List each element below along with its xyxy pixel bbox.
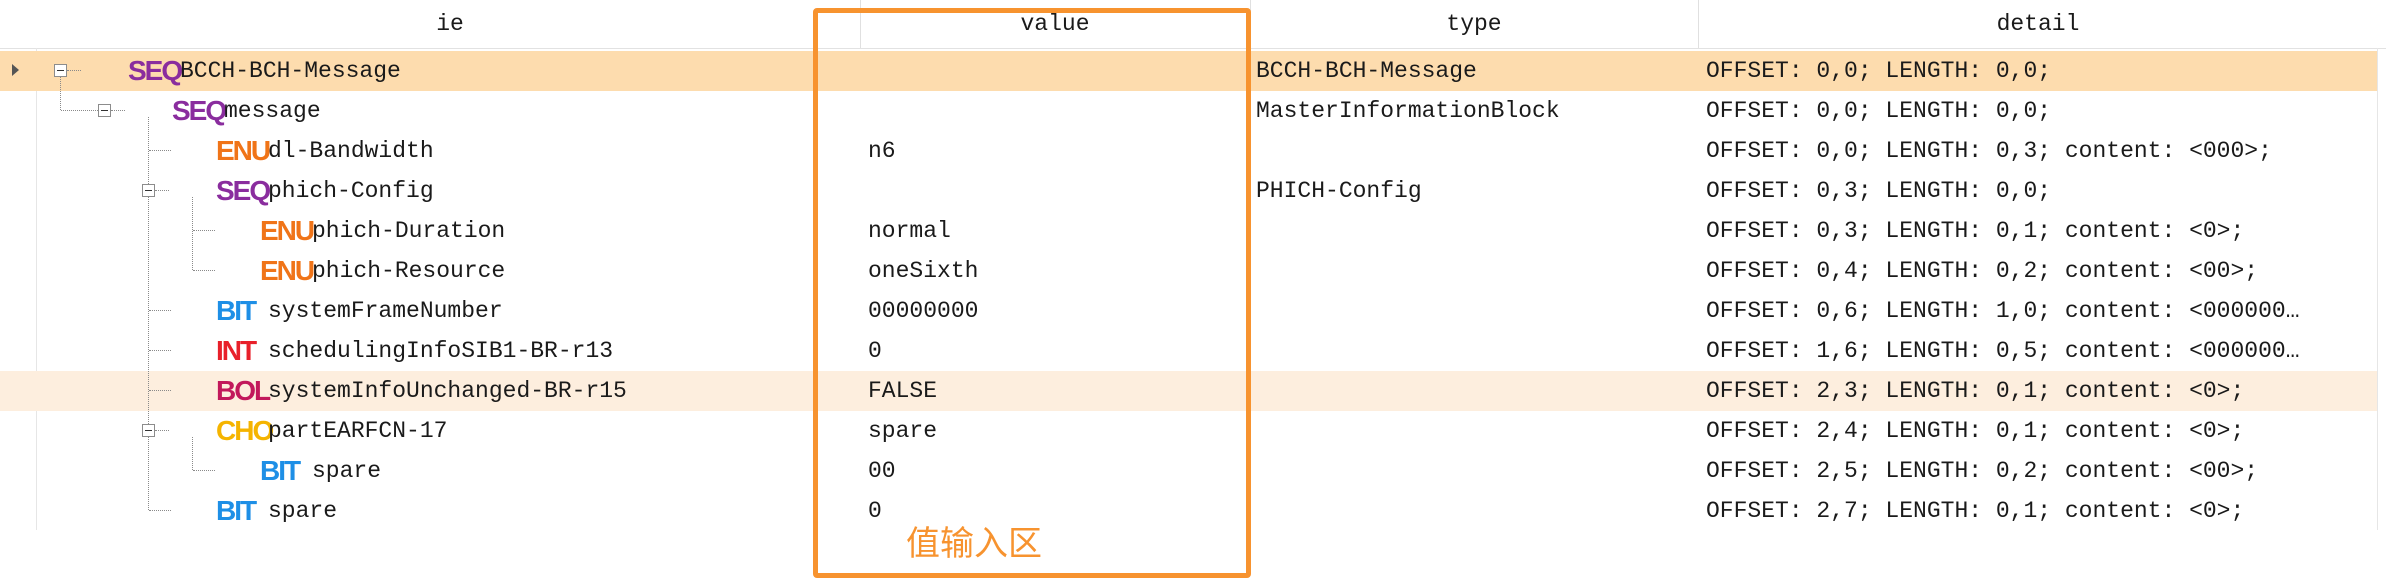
expand-arrow-icon[interactable] [12, 64, 19, 76]
tree-line [111, 110, 125, 111]
column-header-type[interactable]: type [1250, 0, 1698, 48]
ie-name[interactable]: message [224, 91, 860, 131]
ie-detail-cell: OFFSET: 2,3; LENGTH: 0,1; content: <0>; [1706, 378, 2245, 404]
type-badge-enu-icon: ENU [216, 135, 271, 166]
type-badge-seq-icon: SEQ [128, 55, 183, 86]
ie-detail-cell: OFFSET: 2,5; LENGTH: 0,2; content: <00>; [1706, 458, 2259, 484]
value-area-highlight-box [813, 8, 1251, 578]
ie-detail-cell: OFFSET: 0,4; LENGTH: 0,2; content: <00>; [1706, 258, 2259, 284]
ie-type-cell: MasterInformationBlock [1256, 98, 1560, 124]
ie-type-cell [1256, 291, 1686, 331]
ie-name[interactable]: phich-Config [268, 171, 860, 211]
type-badge-bit-icon: BIT [216, 295, 257, 326]
type-badge-enu-icon: ENU [260, 215, 315, 246]
tree-line [149, 390, 171, 391]
ie-detail-cell: OFFSET: 0,0; LENGTH: 0,3; content: <000>… [1706, 138, 2272, 164]
ie-type-cell [1256, 251, 1686, 291]
tree-line [192, 437, 193, 470]
ie-name[interactable]: phich-Resource [312, 251, 860, 291]
ie-name[interactable]: systemFrameNumber [268, 291, 860, 331]
tree-line [192, 197, 193, 270]
tree-line [148, 117, 149, 510]
tree-line [193, 230, 215, 231]
ie-type-cell [1256, 331, 1686, 371]
type-badge-bol-icon: BOL [216, 375, 271, 406]
ie-type-cell: BCCH-BCH-Message [1256, 58, 1477, 84]
ie-name[interactable]: dl-Bandwidth [268, 131, 860, 171]
ie-type-cell [1256, 371, 1686, 411]
ie-detail-cell: OFFSET: 0,0; LENGTH: 0,0; [1706, 98, 2052, 124]
collapse-toggle-icon[interactable] [142, 424, 155, 437]
tree-line [149, 150, 171, 151]
ie-detail-cell: OFFSET: 0,6; LENGTH: 1,0; content: <0000… [1706, 298, 2300, 324]
ie-type-cell [1256, 131, 1686, 171]
type-badge-enu-icon: ENU [260, 255, 315, 286]
ie-name[interactable]: spare [312, 451, 860, 491]
tree-line [60, 77, 61, 110]
ie-type-cell [1256, 451, 1686, 491]
ie-detail-cell: OFFSET: 0,3; LENGTH: 0,1; content: <0>; [1706, 218, 2245, 244]
ie-name[interactable]: partEARFCN-17 [268, 411, 860, 451]
ie-detail-cell: OFFSET: 0,0; LENGTH: 0,0; [1706, 58, 2052, 84]
tree-line [67, 70, 81, 71]
tree-line [149, 310, 171, 311]
collapse-toggle-icon[interactable] [98, 104, 111, 117]
ie-name[interactable]: BCCH-BCH-Message [180, 51, 860, 91]
tree-line [155, 190, 169, 191]
type-badge-bit-icon: BIT [216, 495, 257, 526]
ie-type-cell: PHICH-Config [1256, 178, 1422, 204]
type-badge-cho-icon: CHO [216, 415, 274, 446]
tree-line [149, 350, 171, 351]
ie-type-cell [1256, 491, 1686, 531]
tree-line [155, 430, 169, 431]
type-badge-int-icon: INT [216, 335, 257, 366]
value-area-label: 值输入区 [906, 524, 1042, 564]
ie-detail-cell: OFFSET: 2,7; LENGTH: 0,1; content: <0>; [1706, 498, 2245, 524]
ie-type-cell [1256, 211, 1686, 251]
column-header-detail[interactable]: detail [1698, 0, 2378, 48]
ie-detail-cell: OFFSET: 0,3; LENGTH: 0,0; [1706, 178, 2052, 204]
collapse-toggle-icon[interactable] [54, 64, 67, 77]
ie-name[interactable]: schedulingInfoSIB1-BR-r13 [268, 331, 860, 371]
collapse-toggle-icon[interactable] [142, 184, 155, 197]
type-badge-bit-icon: BIT [260, 455, 301, 486]
tree-line [149, 510, 171, 511]
tree-line [193, 470, 215, 471]
type-badge-seq-icon: SEQ [216, 175, 271, 206]
tree-line [193, 270, 215, 271]
ie-detail-cell: OFFSET: 2,4; LENGTH: 0,1; content: <0>; [1706, 418, 2245, 444]
tree-line [61, 110, 98, 111]
grid-line [2377, 48, 2378, 530]
ie-name[interactable]: phich-Duration [312, 211, 860, 251]
ie-detail-cell: OFFSET: 1,6; LENGTH: 0,5; content: <0000… [1706, 338, 2300, 364]
type-badge-seq-icon: SEQ [172, 95, 227, 126]
column-header-ie[interactable]: ie [40, 0, 860, 48]
ie-name[interactable]: systemInfoUnchanged-BR-r15 [268, 371, 860, 411]
ie-name[interactable]: spare [268, 491, 860, 531]
ie-type-cell [1256, 411, 1686, 451]
